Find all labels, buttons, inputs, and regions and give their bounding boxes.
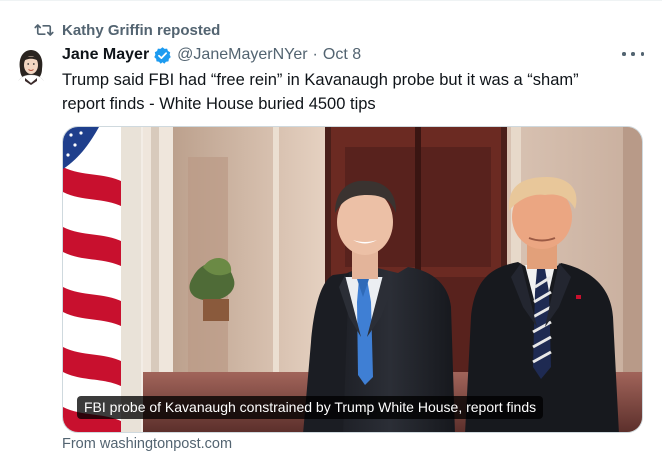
article-photo [63,127,642,432]
author-handle[interactable]: @JaneMayerNYer [177,46,307,64]
avatar[interactable] [11,45,51,85]
repost-indicator[interactable]: Kathy Griffin reposted [34,20,220,40]
card-caption: FBI probe of Kavanaugh constrained by Tr… [77,396,544,419]
tweet-header: Jane Mayer @JaneMayerNYer · Oct 8 [62,44,361,66]
repost-label: Kathy Griffin reposted [62,21,221,39]
link-card[interactable]: FBI probe of Kavanaugh constrained by Tr… [62,126,643,433]
post-date[interactable]: Oct 8 [323,46,361,64]
separator-dot: · [312,46,318,63]
tweet-text-line: report finds - White House buried 4500 t… [62,95,376,113]
more-options-icon[interactable] [622,46,644,62]
card-source[interactable]: From washingtonpost.com [62,436,232,452]
author-name[interactable]: Jane Mayer [62,46,149,64]
repost-icon [34,24,54,36]
top-divider [0,0,662,1]
tweet-text-line: Trump said FBI had “free rein” in Kavana… [62,71,579,89]
verified-badge-icon[interactable] [153,46,172,65]
tweet-text: Trump said FBI had “free rein” in Kavana… [62,68,642,116]
